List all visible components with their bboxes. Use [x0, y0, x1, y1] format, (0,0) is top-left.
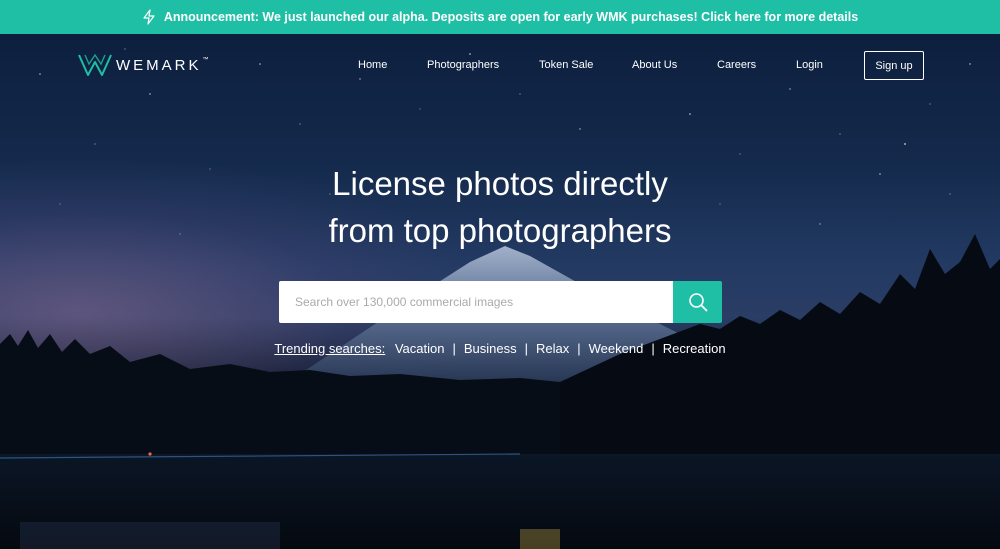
hero-headline-line2: from top photographers	[328, 212, 672, 249]
trending-relax[interactable]: Relax	[536, 341, 569, 356]
top-nav: WEMARK™ Home Photographers Token Sale Ab…	[0, 34, 1000, 98]
search-bar	[279, 281, 722, 323]
signup-button[interactable]: Sign up	[864, 51, 924, 80]
search-icon	[688, 293, 707, 312]
trending-weekend[interactable]: Weekend	[589, 341, 644, 356]
hero-headline: License photos directly from top photogr…	[0, 160, 1000, 254]
nav-home[interactable]: Home	[358, 59, 387, 71]
nav-careers[interactable]: Careers	[717, 59, 756, 71]
hero-section: WEMARK™ Home Photographers Token Sale Ab…	[0, 34, 1000, 549]
nav-about-us[interactable]: About Us	[632, 59, 677, 71]
trending-separator: |	[524, 341, 528, 356]
nav-login[interactable]: Login	[796, 59, 823, 71]
trending-separator: |	[577, 341, 581, 356]
trending-vacation[interactable]: Vacation	[395, 341, 445, 356]
search-input[interactable]	[279, 281, 673, 323]
search-button[interactable]	[673, 281, 722, 323]
trending-label[interactable]: Trending searches:	[274, 341, 385, 356]
hero-headline-line1: License photos directly	[332, 165, 668, 202]
lightning-icon	[143, 9, 155, 25]
nav-photographers[interactable]: Photographers	[427, 59, 499, 71]
wemark-logo-icon	[78, 53, 112, 76]
announcement-bar[interactable]: Announcement: We just launched our alpha…	[0, 0, 1000, 34]
wemark-logo[interactable]: WEMARK™	[78, 53, 212, 77]
trending-business[interactable]: Business	[464, 341, 517, 356]
trending-searches: Trending searches: Vacation | Business | Rel…	[0, 341, 1000, 356]
trending-recreation[interactable]: Recreation	[663, 341, 726, 356]
announcement-text: Announcement: We just launched our alpha…	[163, 10, 859, 24]
trending-separator: |	[452, 341, 456, 356]
brand-name: WEMARK™	[116, 56, 212, 74]
nav-token-sale[interactable]: Token Sale	[539, 59, 593, 71]
trending-separator: |	[651, 341, 655, 356]
